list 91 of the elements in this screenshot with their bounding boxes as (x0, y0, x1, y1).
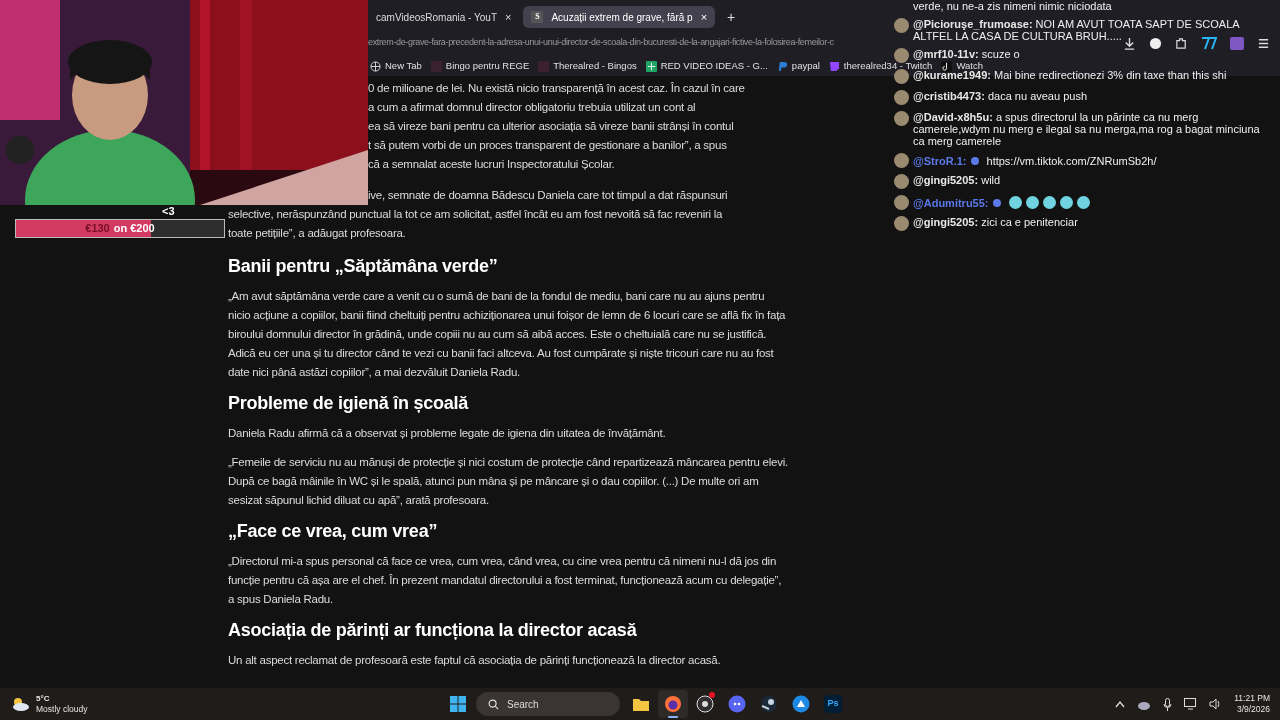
globe-icon (370, 60, 381, 72)
avatar (894, 90, 909, 105)
notification-badge (709, 692, 715, 698)
tiktok-icon (941, 60, 953, 72)
article-paragraph: „Directorul mi-a spus personal că face ce vrea, cum vrea, când vrea, cu cine vrea pentru că nimeni nu-l dă jos din funcție pentru că așa are el chef. În prezent mandatul directorului a fost terminat, funcționează acum cu delegație”, a spus Daniela Radu. (228, 554, 783, 607)
twitch-icon (828, 60, 840, 72)
network-icon (1184, 698, 1198, 710)
article-text-line: ive, semnate de doamna Bădescu Daniela care tot timpul a dat răspunsuri (368, 188, 728, 203)
search-icon (488, 698, 499, 710)
article-text-line: a cum a afirmat domnul director obligatoriu trebuia utilizat un cont al (368, 100, 696, 115)
section-heading: Probleme de igienă în școală (228, 392, 470, 414)
chat-message: verde, nu ne-a zis nimeni nimic niciodata (913, 0, 1112, 12)
download-icon (1123, 36, 1136, 50)
chat-message: @cristib4473: daca nu aveau push (913, 90, 1089, 102)
chat-message: @Picioruşe_frumoase: NOI AM AVUT TOATA SAPT DE SCOALA ALTFEL LA CASA DE CULTURA BRUH..... (913, 18, 1241, 42)
spreadsheet-icon (645, 60, 657, 72)
heart-text: <3 (162, 204, 175, 219)
article-paragraph: „Am avut săptămâna verde care a venit cu o sumă de bani de la fondul de mediu, bani care nu au ajuns pentru nicio acțiune a copiilor, banii fiind cheltuiți pentru achiziționarea unui foișor de lemn de 6 locuri care se află fix în fața biroului domnului director în grădină, unde copiii nu au cum să aibă acces. Este o cheltuială care nu se justifică. Adică eu cer una și tu director când te vezi cu banii faci altceva. Au fost cumpărate și niște tricouri care nu au fost date nici până astăzi copiilor”, a mai dezvăluit Daniela Radu. (228, 289, 787, 380)
tab-title: camVideosRomania - YouT (376, 10, 497, 25)
chat-message: @kurame1949: Mai bine redirectionezi 3% din taxe than this shi (913, 69, 1228, 81)
new-tab-button[interactable]: + (719, 6, 744, 28)
clock-time: 11:21 PM (1234, 693, 1270, 704)
volume-icon (1209, 698, 1223, 710)
firefox-icon (664, 695, 682, 713)
bookmark[interactable]: RED VIDEO IDEAS - G... (645, 58, 768, 74)
obs-icon (696, 695, 714, 713)
chevron-up-icon (1115, 700, 1126, 708)
extension-icon (1201, 36, 1217, 50)
article-text-line: toate petițiile”, a adăugat profesoara. (228, 226, 406, 241)
folder-icon (632, 696, 650, 712)
article-paragraph: Daniela Radu afirmă că a observat și probleme legate de igiena din uitatea de învățământ. (228, 426, 667, 441)
chat-text: https://vm.tiktok.com/ZNRumSb2h/ (986, 154, 1157, 167)
search-input[interactable]: Search (507, 696, 607, 712)
avatar (894, 216, 909, 231)
emote-icon (1008, 196, 1022, 209)
close-icon[interactable]: × (505, 8, 512, 26)
avatar (894, 111, 909, 126)
thumbnail-icon (430, 60, 442, 72)
chat-message: @gingi5205: wild (913, 174, 1002, 186)
donation-raised: €130 (85, 221, 110, 237)
extensions-icon (1175, 36, 1188, 50)
chat-message: @mrf10-11v: scuze o (913, 48, 1021, 60)
menu-icon (1257, 36, 1270, 50)
avatar (894, 174, 909, 189)
paypal-icon (776, 60, 788, 72)
taskbar-app[interactable]: Ps (818, 690, 848, 718)
chat-username: @StroR.1: (913, 154, 967, 167)
article-text-line: 0 de milioane de lei. Nu există nicio transparență în acest caz. În cazul în care (368, 81, 745, 96)
app-icon (792, 695, 810, 713)
chat-message: @gingi5205: zici ca e penitenciar (913, 216, 1079, 228)
article-text-line: t să putem vorbi de un proces transparent de gestionare a banilor”, a spus (368, 138, 727, 153)
article-paragraph: Un alt aspect reclamat de profesoară este faptul că asociația de părinți funcționează la director acasă. (228, 653, 722, 668)
discord-icon (728, 695, 746, 713)
emote-icon (1076, 196, 1090, 209)
site-icon: S (531, 11, 544, 23)
address-bar[interactable]: extrem-de-grave-fara-precedent-la-adresa-unui-unui-director-de-scoala-din-bucuresti-de-la-angajari-fictive-la-folosirea-femeilor-c (368, 36, 834, 50)
weather-condition: Mostly cloudy (36, 704, 88, 714)
section-heading: Banii pentru „Săptămâna verde” (228, 255, 499, 277)
account-icon (1149, 36, 1162, 50)
avatar (894, 153, 909, 168)
emote-icon (1025, 196, 1039, 209)
article-text-line: selective, nerăspunzând punctual la tot ce am solicitat, astfel încât eu am fost nevoită să fac reveniri la (228, 207, 723, 222)
article-text-line: că a semnalat aceste lucruri Inspectoratului Școlar. (368, 157, 615, 172)
browser-tab[interactable]: camVideosRomania - YouT × (368, 6, 520, 28)
bookmark[interactable]: Therealred - Bingos (538, 58, 637, 74)
close-icon[interactable]: × (700, 8, 708, 26)
article-paragraph: „Femeile de serviciu nu au mănuși de protecție și nici costum de protecție când repartizează mâncarea pentru elevi. După ce bagă mâinile în WC și le spală, atunci pun mâna și pe mâncare și o dau copiilor. (...) De multe ori am sesizat săpunul lichid diluat cu apă”, arată profesoara. (228, 455, 788, 508)
weather-icon (10, 696, 30, 712)
bookmark[interactable]: paypal (776, 58, 820, 74)
section-heading: Asociația de părinți ar funcționa la director acasă (228, 619, 638, 641)
microphone-icon (1163, 697, 1173, 711)
steam-icon (760, 695, 778, 713)
extension-icon (1230, 36, 1244, 50)
chat-username: @Adumitru55: (913, 196, 989, 209)
browser-tab[interactable]: S Acuzații extrem de grave, fără p × (523, 6, 716, 28)
thumbnail-icon (538, 60, 550, 72)
active-indicator (668, 716, 678, 718)
clock-date: 3/9/2026 (1236, 704, 1270, 715)
temperature: 5°C (36, 694, 51, 704)
avatar (894, 195, 909, 210)
bookmark[interactable]: Bingo pentru REGE (430, 58, 530, 74)
search-field[interactable]: Search (476, 692, 620, 716)
bookmark[interactable]: New Tab (370, 58, 422, 74)
emote-icon (1059, 196, 1073, 209)
windows-icon (450, 696, 466, 712)
chat-message: @David-x8h5u: a spus directorul la un părinte ca nu merg camerele,wdym nu merg e ilegal sa nu merga,ma rog a bagat minciuna ca merg camerele (913, 111, 1261, 147)
photoshop-icon: Ps (824, 695, 842, 713)
tab-title: Acuzații extrem de grave, fără p (551, 10, 693, 25)
emote-icon (1042, 196, 1056, 209)
article-text-line: ea să vireze bani pentru ca ulterior asociația să vireze banii strânși în contul (368, 119, 734, 134)
section-heading: „Face ce vrea, cum vrea” (228, 520, 439, 542)
